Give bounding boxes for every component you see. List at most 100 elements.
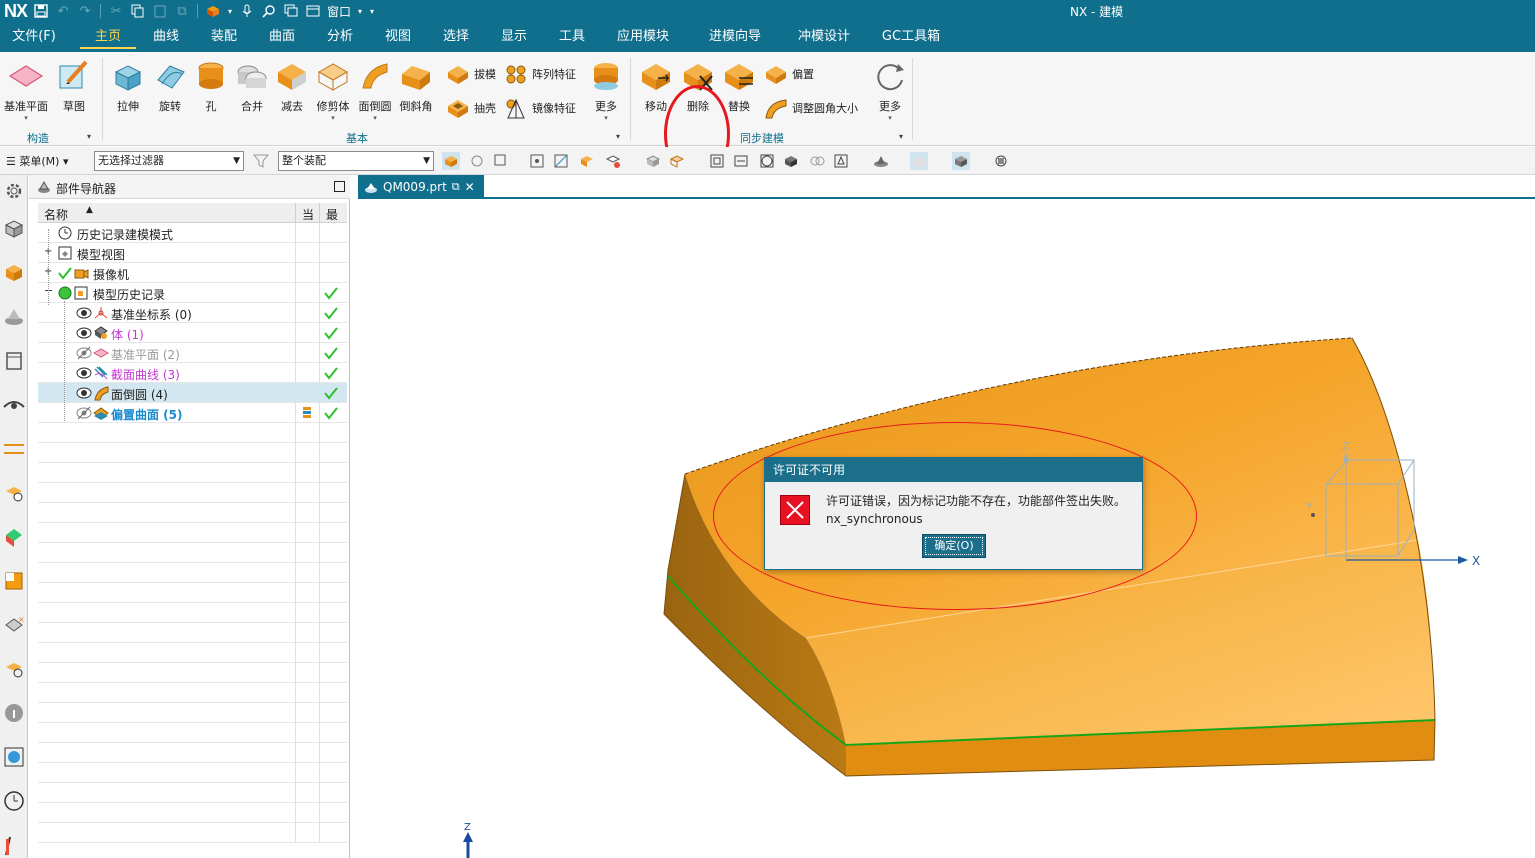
fit-view-icon[interactable] [708,152,726,170]
sketch-button[interactable]: 草图 [56,58,92,114]
resize-blend-button[interactable]: 调整圆角大小 [764,96,858,120]
pattern-feature-button[interactable]: 阵列特征 [504,62,576,86]
model-selector-icon[interactable] [203,2,223,20]
document-tab[interactable]: QM009.prt ⧉ ✕ [358,175,484,199]
save-icon[interactable] [31,2,51,20]
eye-icon[interactable] [76,306,92,320]
copy-icon[interactable] [128,2,148,20]
group-construct-dropdown[interactable]: ▾ [87,132,91,141]
roles-icon[interactable] [2,569,26,593]
snap-point-icon[interactable] [528,152,546,170]
tab-die-design[interactable]: 冲模设计 [792,22,856,52]
selection-scope-select[interactable]: 整个装配 ▼ [278,151,434,171]
web-browser-icon[interactable] [2,657,26,681]
eye-icon[interactable] [76,326,92,340]
tree-row-face-blend[interactable]: 面倒圆 (4) [38,383,347,403]
datum-plane-button[interactable]: 基准平面 ▾ [4,58,48,122]
history-eye-icon[interactable] [2,393,26,417]
palette-icon[interactable] [2,525,26,549]
extrude-button[interactable]: 拉伸 [110,58,146,114]
face-blend-button[interactable]: 面倒圆 ▾ [357,58,393,122]
process-studio-icon[interactable] [2,481,26,505]
tree-row-section-curve[interactable]: 截面曲线 (3) [38,363,347,383]
snap-body-icon[interactable] [604,152,622,170]
revolve-button[interactable]: 旋转 [152,58,188,114]
gear-icon[interactable] [2,179,26,203]
redo-icon[interactable]: ↷ [75,2,95,20]
chevron-down-icon[interactable]: ▾ [225,2,235,20]
section-view-icon[interactable] [872,152,890,170]
ok-button[interactable]: 确定(O) [922,534,986,558]
part-navigator-icon[interactable] [2,261,26,285]
offset-face-button[interactable]: 偏置 [764,62,814,86]
globe-icon[interactable] [2,745,26,769]
delete-quick-icon[interactable]: ⧉ [172,2,192,20]
zoom-icon[interactable] [732,152,750,170]
command-finder-icon[interactable] [259,2,279,20]
tree-row-datum-csys[interactable]: 基准坐标系 (0) [38,303,347,323]
tree-row-body[interactable]: 体 (1) [38,323,347,343]
tab-gc-toolkit[interactable]: GC工具箱 [876,22,946,52]
col-name[interactable]: 名称 [44,206,68,223]
sync-more-button[interactable]: 更多 ▾ [872,58,908,122]
col-current[interactable]: 当 [302,206,314,223]
basic-more-button[interactable]: 更多 ▾ [588,58,624,122]
tab-home[interactable]: 主页 [80,22,136,52]
assembly-navigator-icon[interactable] [2,217,26,241]
eye-hidden-icon[interactable] [76,406,92,420]
tab-file[interactable]: 文件(F) [4,22,64,52]
selection-mode-icon[interactable] [492,152,510,170]
tab-tools[interactable]: 工具 [550,22,594,52]
eye-hidden-icon[interactable] [76,346,92,360]
filter-icon[interactable] [252,152,270,170]
col-latest[interactable]: 最 [326,206,338,223]
tab-application[interactable]: 应用模块 [612,22,674,52]
undock-icon[interactable]: ⧉ [452,180,460,194]
info-icon[interactable] [2,701,26,725]
eye-icon[interactable] [76,366,92,380]
hd3d-tools-icon[interactable] [2,349,26,373]
cut-icon[interactable]: ✂ [106,2,126,20]
window-switch-icon[interactable] [281,2,301,20]
render-style-icon[interactable] [782,152,800,170]
customize-toolbar-icon[interactable]: ▾ [367,2,377,20]
maximize-icon[interactable] [334,181,345,192]
constraint-navigator-icon[interactable] [2,437,26,461]
chamfer-button[interactable]: 倒斜角 [398,58,434,114]
tree-row-cameras[interactable]: + 摄像机 [38,263,347,283]
tab-curve[interactable]: 曲线 [144,22,188,52]
tab-surface[interactable]: 曲面 [260,22,304,52]
select-components-icon[interactable] [468,152,486,170]
chevron-down-icon[interactable]: ▾ [355,2,365,20]
tab-assembly[interactable]: 装配 [202,22,246,52]
snap-face-icon[interactable] [578,152,596,170]
window-menu[interactable]: 窗口 [325,3,353,20]
tab-analysis[interactable]: 分析 [318,22,362,52]
trim-body-button[interactable]: 修剪体 ▾ [315,58,351,122]
tree-row-model-history[interactable]: − 模型历史记录 [38,283,347,303]
background-icon[interactable] [910,152,928,170]
clock-icon[interactable] [2,789,26,813]
snap-end-icon[interactable] [552,152,570,170]
paste-icon[interactable] [150,2,170,20]
shell-button[interactable]: 抽壳 [446,96,496,120]
wireframe-view-icon[interactable] [668,152,686,170]
tab-progressive-die[interactable]: 进模向导 [698,22,772,52]
layer-icon[interactable] [952,152,970,170]
tree-row-history-mode[interactable]: 历史记录建模模式 [38,223,347,243]
tree-row-offset-surface[interactable]: 偏置曲面 (5) [38,403,347,423]
subtract-button[interactable]: 减去 [274,58,310,114]
unite-button[interactable]: 合并 [234,58,270,114]
mirror-feature-button[interactable]: 镜像特征 [504,96,576,120]
edge-display-icon[interactable] [808,152,826,170]
tab-view[interactable]: 视图 [376,22,420,52]
tab-display[interactable]: 显示 [492,22,536,52]
type-filter-select[interactable]: 无选择过滤器 ▼ [94,151,244,171]
shaded-view-icon[interactable] [644,152,662,170]
microphone-icon[interactable] [237,2,257,20]
tab-select[interactable]: 选择 [434,22,478,52]
group-sync-dropdown[interactable]: ▾ [899,132,903,141]
close-icon[interactable]: ✕ [465,180,475,194]
eye-icon[interactable] [76,386,92,400]
menu-button[interactable]: ☰ 菜单(M) ▾ [6,153,68,169]
